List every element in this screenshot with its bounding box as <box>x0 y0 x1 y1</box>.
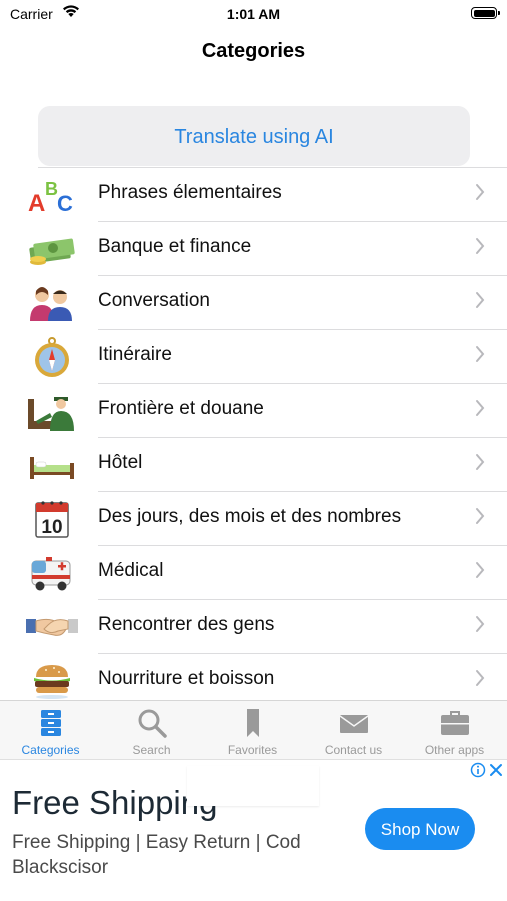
chevron-right-icon <box>476 184 485 200</box>
chevron-right-icon <box>476 562 485 578</box>
battery-icon <box>471 7 500 19</box>
row-divider <box>98 275 507 276</box>
svg-text:A: A <box>28 190 45 215</box>
tab-favorites[interactable]: Favorites <box>202 701 303 759</box>
search-icon <box>138 709 167 738</box>
chevron-right-icon <box>476 454 485 470</box>
row-divider <box>98 599 507 600</box>
briefcase-icon <box>440 711 469 735</box>
handshake-icon <box>26 618 78 636</box>
chevron-right-icon <box>476 670 485 686</box>
category-label: Banque et finance <box>98 236 252 257</box>
customs-officer-icon <box>28 397 74 431</box>
category-row-phrases[interactable]: A B C Phrases élementaires <box>0 167 507 221</box>
category-label: Médical <box>98 560 164 581</box>
chevron-right-icon <box>476 616 485 632</box>
category-label: Frontière et douane <box>98 398 264 419</box>
tab-label: Search <box>132 743 171 757</box>
ad-close-icon[interactable] <box>489 762 503 778</box>
category-row-days-months-numbers[interactable]: 10 Des jours, des mois et des nombres <box>0 491 507 545</box>
category-row-medical[interactable]: Médical <box>0 545 507 599</box>
row-divider <box>98 653 507 654</box>
calendar-icon: 10 <box>35 501 69 538</box>
tab-label: Favorites <box>227 743 278 757</box>
status-bar: Carrier 1:01 AM <box>0 0 507 28</box>
category-row-border[interactable]: Frontière et douane <box>0 383 507 437</box>
money-icon <box>29 238 75 265</box>
category-row-itinerary[interactable]: Itinéraire <box>0 329 507 383</box>
chevron-right-icon <box>476 508 485 524</box>
category-row-meeting-people[interactable]: Rencontrer des gens <box>0 599 507 653</box>
burger-icon <box>34 665 70 699</box>
chevron-right-icon <box>476 400 485 416</box>
tab-search[interactable]: Search <box>101 701 202 759</box>
tab-label: Contact us <box>324 743 383 757</box>
row-divider <box>38 167 507 168</box>
abc-blocks-icon: A B C <box>28 179 73 215</box>
row-divider <box>98 491 507 492</box>
ambulance-icon <box>31 557 71 591</box>
ad-banner[interactable]: Free Shipping Free Shipping | Easy Retur… <box>0 759 507 901</box>
envelope-icon <box>339 715 368 733</box>
row-divider <box>98 329 507 330</box>
tab-other-apps[interactable]: Other apps <box>404 701 505 759</box>
category-row-hotel[interactable]: Hôtel <box>0 437 507 491</box>
bookmark-icon <box>246 709 259 737</box>
chevron-right-icon <box>476 238 485 254</box>
people-talking-icon <box>30 287 72 321</box>
tab-bar: Categories Search Favorites Contact us O… <box>0 700 507 759</box>
category-label: Hôtel <box>98 452 143 473</box>
row-divider <box>98 437 507 438</box>
category-label: Des jours, des mois et des nombres <box>98 506 402 527</box>
ad-overlay-box <box>187 766 319 806</box>
tab-label: Other apps <box>424 743 485 757</box>
tab-contact[interactable]: Contact us <box>303 701 404 759</box>
category-label: Itinéraire <box>98 344 172 365</box>
svg-text:C: C <box>57 191 73 215</box>
tab-label: Categories <box>21 743 80 757</box>
ad-description: Free Shipping | Easy Return | Cod Blacks… <box>12 832 301 878</box>
category-label: Phrases élementaires <box>98 182 282 203</box>
category-label: Rencontrer des gens <box>98 614 275 635</box>
compass-icon <box>35 337 69 377</box>
translate-ai-button[interactable]: Translate using AI <box>38 106 470 166</box>
category-label: Conversation <box>98 290 210 311</box>
chevron-right-icon <box>476 346 485 362</box>
shop-now-button[interactable]: Shop Now <box>365 808 475 850</box>
svg-text:10: 10 <box>41 517 62 538</box>
category-row-conversation[interactable]: Conversation <box>0 275 507 329</box>
category-list: A B C Phrases élementaires Banque et fin… <box>0 167 507 707</box>
row-divider <box>98 383 507 384</box>
row-divider <box>98 221 507 222</box>
chevron-right-icon <box>476 292 485 308</box>
tab-categories[interactable]: Categories <box>0 701 101 759</box>
status-time: 1:01 AM <box>226 6 281 22</box>
page-title: Categories <box>201 40 306 62</box>
category-row-food-drink[interactable]: Nourriture et boisson <box>0 653 507 707</box>
drawer-icon <box>40 710 61 736</box>
category-label: Nourriture et boisson <box>98 668 275 689</box>
category-row-banking[interactable]: Banque et finance <box>0 221 507 275</box>
bed-icon <box>30 457 74 479</box>
row-divider <box>98 545 507 546</box>
ad-info-icon[interactable] <box>470 762 486 778</box>
